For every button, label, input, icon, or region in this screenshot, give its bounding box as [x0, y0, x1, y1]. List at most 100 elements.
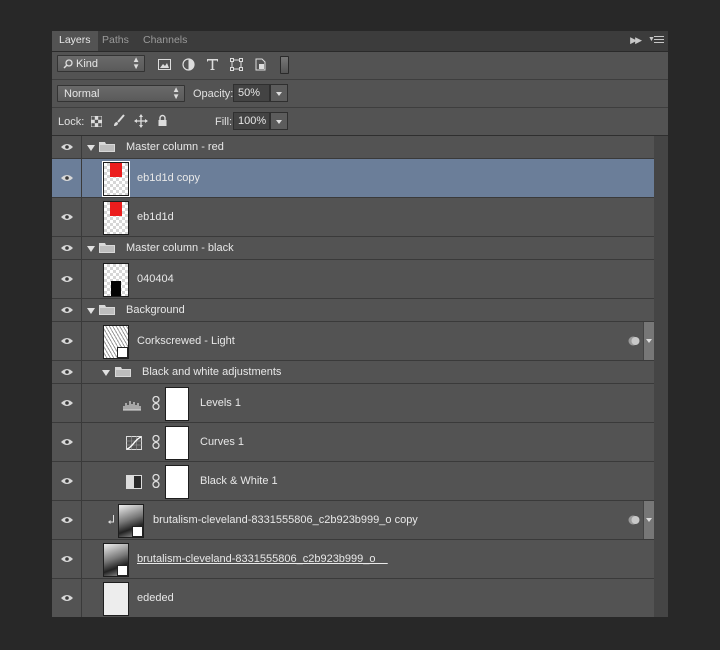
expand-triangle-icon[interactable]: [102, 370, 110, 376]
smart-object-filter-icon[interactable]: [254, 58, 267, 71]
fill-label: Fill:: [215, 116, 233, 128]
eye-icon: [61, 595, 73, 601]
lock-all-icon[interactable]: [157, 114, 168, 127]
visibility-toggle[interactable]: [52, 501, 82, 539]
layer-name: brutalism-cleveland-8331555806_c2b923b99…: [137, 553, 388, 565]
expand-triangle-icon[interactable]: [87, 246, 95, 252]
layer-row[interactable]: 040404: [52, 260, 654, 299]
chain-link-icon[interactable]: [152, 396, 160, 410]
type-filter-icon[interactable]: [206, 58, 219, 71]
visibility-toggle[interactable]: [52, 423, 82, 461]
layer-row-smart-object[interactable]: brutalism-cleveland-8331555806_c2b923b99…: [52, 540, 654, 579]
layer-name: brutalism-cleveland-8331555806_c2b923b99…: [153, 514, 418, 526]
layer-thumbnail: [103, 263, 129, 297]
expand-triangle-icon[interactable]: [87, 308, 95, 314]
layer-thumbnail: [103, 325, 129, 359]
layer-name: Black & White 1: [200, 475, 278, 487]
layer-mask-thumbnail[interactable]: [165, 465, 189, 499]
layer-mask-thumbnail[interactable]: [165, 426, 189, 460]
eye-icon: [61, 307, 73, 313]
image-filter-icon[interactable]: [158, 58, 171, 71]
panel-tab-bar: Layers Paths Channels ▶▶ ▼: [52, 31, 668, 52]
chain-link-icon[interactable]: [152, 474, 160, 488]
visibility-toggle[interactable]: [52, 159, 82, 197]
layer-thumbnail: [103, 582, 129, 616]
visibility-toggle[interactable]: [52, 136, 82, 158]
adjustment-filter-icon[interactable]: [182, 58, 195, 71]
expand-effects-button[interactable]: [643, 322, 654, 360]
smart-object-badge-icon: [132, 526, 143, 537]
tab-channels[interactable]: Channels: [136, 31, 194, 51]
layers-panel: Layers Paths Channels ▶▶ ▼ Kind ▲ ▼ Norma…: [52, 31, 668, 617]
visibility-toggle[interactable]: [52, 462, 82, 500]
visibility-toggle[interactable]: [52, 384, 82, 422]
visibility-toggle[interactable]: [52, 361, 82, 383]
visibility-toggle[interactable]: [52, 540, 82, 578]
layer-row[interactable]: ededed: [52, 579, 654, 617]
layer-group[interactable]: Background: [52, 299, 654, 322]
panel-menu-icon[interactable]: ▼: [648, 35, 664, 46]
curves-icon: [126, 436, 142, 450]
levels-icon: [123, 401, 141, 411]
filter-toggle-icon[interactable]: [280, 56, 289, 74]
folder-icon: [99, 243, 115, 253]
clipping-arrow-icon: [108, 515, 114, 524]
eye-icon: [61, 338, 73, 344]
layers-list: Master column - red eb1d1d copy eb1d1d M…: [52, 136, 654, 617]
layer-mask-thumbnail[interactable]: [165, 387, 189, 421]
visibility-toggle[interactable]: [52, 198, 82, 236]
eye-icon: [61, 276, 73, 282]
opacity-label: Opacity:: [193, 88, 234, 100]
collapse-panel-icon[interactable]: ▶▶: [630, 35, 642, 46]
expand-effects-button[interactable]: [643, 501, 654, 539]
filter-effects-icon[interactable]: [628, 515, 640, 525]
eye-icon: [61, 369, 73, 375]
lock-transparent-icon[interactable]: [91, 116, 102, 127]
smart-object-badge-icon: [117, 565, 128, 576]
folder-icon: [99, 142, 115, 152]
eye-icon: [61, 214, 73, 220]
eye-icon: [61, 556, 73, 562]
tab-paths[interactable]: Paths: [95, 31, 136, 51]
lock-row: Lock: Fill: 100%: [52, 108, 668, 136]
layer-name: Master column - red: [126, 141, 224, 153]
lock-image-pixels-icon[interactable]: [112, 114, 126, 128]
visibility-toggle[interactable]: [52, 237, 82, 259]
lock-label: Lock:: [58, 116, 85, 128]
layer-row-smart-object[interactable]: Corkscrewed - Light: [52, 322, 654, 361]
adjustment-layer-row[interactable]: Curves 1: [52, 423, 654, 462]
layer-name: Background: [126, 304, 185, 316]
shape-filter-icon[interactable]: [230, 58, 243, 71]
fill-dropdown-button[interactable]: [270, 112, 288, 130]
chevron-updown-icon: ▲ ▼: [132, 55, 140, 71]
layer-group[interactable]: Black and white adjustments: [52, 361, 654, 384]
visibility-toggle[interactable]: [52, 260, 82, 298]
chain-link-icon[interactable]: [152, 435, 160, 449]
layer-name: ededed: [137, 592, 174, 604]
expand-triangle-icon[interactable]: [87, 145, 95, 151]
layer-name: Levels 1: [200, 397, 241, 409]
layer-thumbnail: [103, 201, 129, 235]
layer-row[interactable]: eb1d1d: [52, 198, 654, 237]
filter-kind-select[interactable]: Kind ▲ ▼: [57, 55, 145, 72]
adjustment-layer-row[interactable]: Black & White 1: [52, 462, 654, 501]
lock-position-icon[interactable]: [134, 114, 148, 128]
tab-layers[interactable]: Layers: [52, 31, 98, 51]
eye-icon: [61, 478, 73, 484]
layers-scrollbar[interactable]: [654, 136, 668, 617]
visibility-toggle[interactable]: [52, 322, 82, 360]
visibility-toggle[interactable]: [52, 579, 82, 617]
fill-field[interactable]: 100%: [233, 112, 270, 130]
opacity-dropdown-button[interactable]: [270, 84, 288, 102]
filter-effects-icon[interactable]: [628, 336, 640, 346]
layer-group[interactable]: Master column - red: [52, 136, 654, 159]
eye-icon: [61, 400, 73, 406]
layer-row-selected[interactable]: eb1d1d copy: [52, 159, 654, 198]
blend-mode-select[interactable]: Normal ▲ ▼: [57, 85, 185, 102]
layer-thumbnail: [118, 504, 144, 538]
visibility-toggle[interactable]: [52, 299, 82, 321]
adjustment-layer-row[interactable]: Levels 1: [52, 384, 654, 423]
layer-row-smart-object[interactable]: brutalism-cleveland-8331555806_c2b923b99…: [52, 501, 654, 540]
layer-group[interactable]: Master column - black: [52, 237, 654, 260]
opacity-field[interactable]: 50%: [233, 84, 270, 102]
